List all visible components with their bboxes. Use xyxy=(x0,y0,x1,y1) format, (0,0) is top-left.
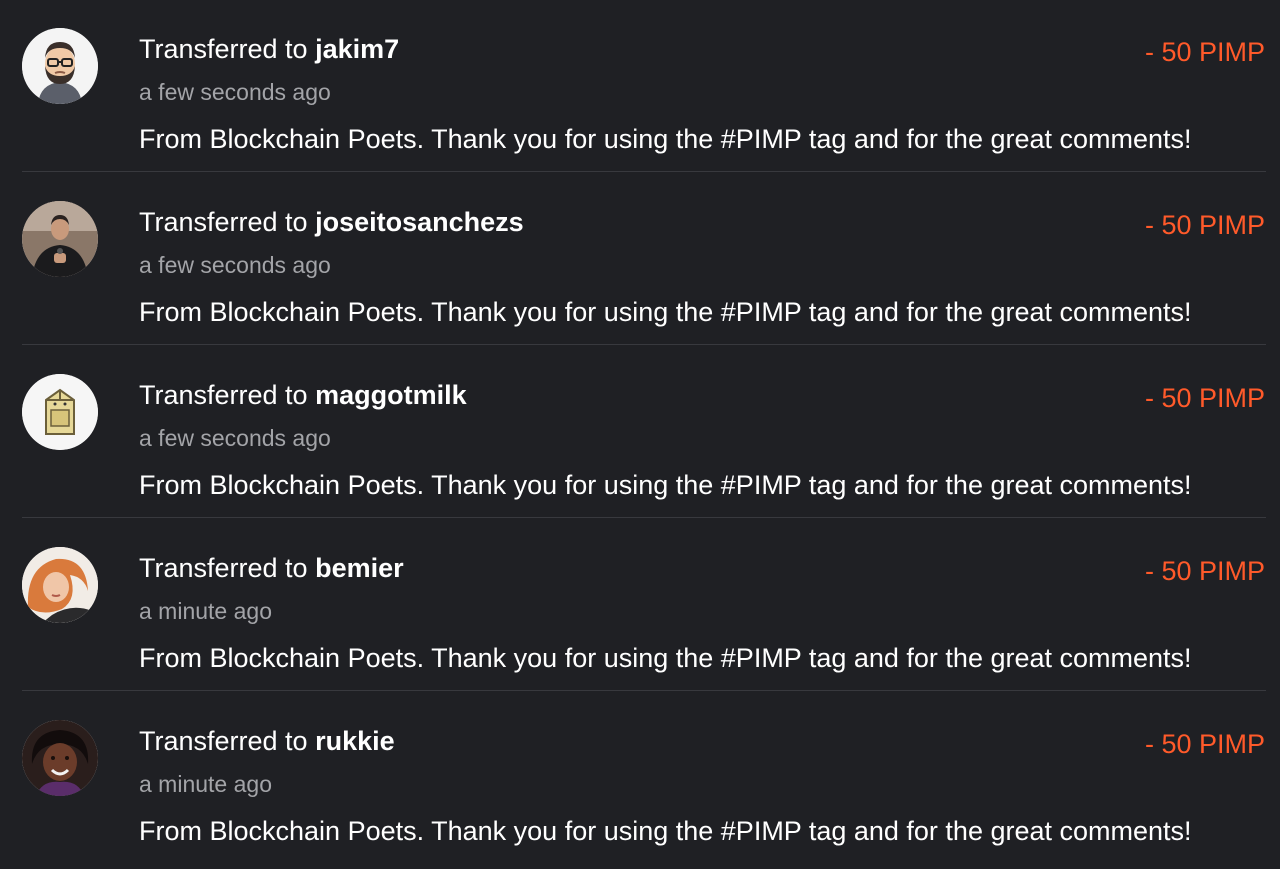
transfer-memo: From Blockchain Poets. Thank you for usi… xyxy=(139,124,1192,154)
transfer-prefix: Transferred to xyxy=(139,553,316,583)
transfer-title: Transferred to bemier xyxy=(139,551,404,585)
transfer-prefix: Transferred to xyxy=(139,726,316,756)
transfer-memo: From Blockchain Poets. Thank you for usi… xyxy=(139,297,1192,327)
transfer-memo: From Blockchain Poets. Thank you for usi… xyxy=(139,643,1192,673)
divider xyxy=(22,344,1266,345)
timestamp: a few seconds ago xyxy=(139,252,331,278)
transfer-history-list: Transferred to jakim7 a few seconds ago … xyxy=(0,0,1280,869)
recipient-username[interactable]: maggotmilk xyxy=(315,380,467,410)
bearded-man-glasses-avatar-icon xyxy=(22,28,98,104)
woman-smiling-avatar-icon xyxy=(22,720,98,796)
timestamp: a minute ago xyxy=(139,598,272,624)
transfer-memo: From Blockchain Poets. Thank you for usi… xyxy=(139,470,1192,500)
recipient-username[interactable]: joseitosanchezs xyxy=(315,207,524,237)
transfer-row: Transferred to jakim7 a few seconds ago … xyxy=(0,0,1280,172)
transfer-row: Transferred to maggotmilk a few seconds … xyxy=(0,346,1280,518)
recipient-username[interactable]: rukkie xyxy=(315,726,395,756)
avatar[interactable] xyxy=(22,720,98,796)
transfer-prefix: Transferred to xyxy=(139,207,316,237)
transfer-prefix: Transferred to xyxy=(139,380,316,410)
recipient-username[interactable]: bemier xyxy=(315,553,404,583)
avatar[interactable] xyxy=(22,547,98,623)
timestamp: a few seconds ago xyxy=(139,425,331,451)
avatar[interactable] xyxy=(22,201,98,277)
divider xyxy=(22,517,1266,518)
transfer-prefix: Transferred to xyxy=(139,34,316,64)
transfer-amount: - 50 PIMP xyxy=(1144,37,1265,67)
transfer-title: Transferred to joseitosanchezs xyxy=(139,205,524,239)
woman-red-hair-avatar-icon xyxy=(22,547,98,623)
transfer-memo: From Blockchain Poets. Thank you for usi… xyxy=(139,816,1192,846)
transfer-amount: - 50 PIMP xyxy=(1144,556,1265,586)
divider xyxy=(22,171,1266,172)
transfer-row: Transferred to bemier a minute ago From … xyxy=(0,519,1280,691)
transfer-row: Transferred to rukkie a minute ago From … xyxy=(0,692,1280,864)
timestamp: a minute ago xyxy=(139,771,272,797)
avatar[interactable] xyxy=(22,28,98,104)
divider xyxy=(22,690,1266,691)
milk-carton-avatar-icon xyxy=(22,374,98,450)
transfer-amount: - 50 PIMP xyxy=(1144,729,1265,759)
transfer-row: Transferred to joseitosanchezs a few sec… xyxy=(0,173,1280,345)
avatar[interactable] xyxy=(22,374,98,450)
transfer-amount: - 50 PIMP xyxy=(1144,210,1265,240)
transfer-title: Transferred to jakim7 xyxy=(139,32,399,66)
transfer-title: Transferred to maggotmilk xyxy=(139,378,467,412)
transfer-amount: - 50 PIMP xyxy=(1144,383,1265,413)
man-photo-avatar-icon xyxy=(22,201,98,277)
timestamp: a few seconds ago xyxy=(139,79,331,105)
recipient-username[interactable]: jakim7 xyxy=(315,34,399,64)
transfer-title: Transferred to rukkie xyxy=(139,724,395,758)
